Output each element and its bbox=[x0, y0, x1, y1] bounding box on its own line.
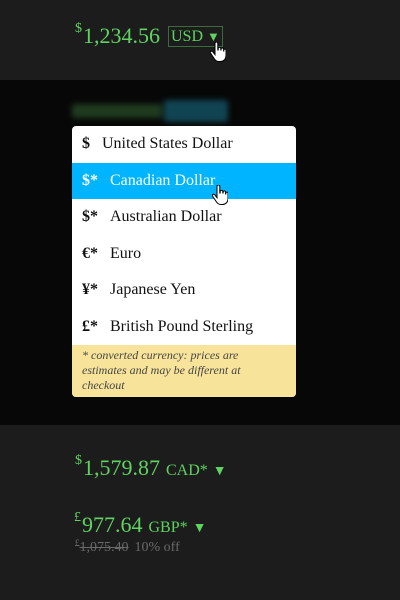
old-currency-symbol: £ bbox=[75, 538, 80, 548]
option-symbol: $* bbox=[82, 172, 98, 189]
currency-symbol: $ bbox=[75, 21, 82, 36]
option-cad[interactable]: $* Canadian Dollar bbox=[72, 163, 296, 199]
price-amount: 977.64 bbox=[82, 512, 143, 537]
option-symbol: $ bbox=[82, 135, 90, 152]
option-label: Euro bbox=[110, 245, 142, 262]
blurred-price-ghost bbox=[72, 98, 232, 124]
option-label: Japanese Yen bbox=[110, 281, 196, 298]
discount-label: 10% off bbox=[134, 540, 180, 555]
hand-pointer-icon bbox=[212, 185, 228, 205]
option-eur[interactable]: €* Euro bbox=[72, 236, 296, 272]
currency-symbol: $ bbox=[75, 453, 82, 468]
currency-dropdown: $ United States Dollar $* Canadian Dolla… bbox=[72, 126, 296, 397]
price-cad: $1,579.87 CAD* ▼ bbox=[75, 453, 227, 481]
old-amount: 1,075.40 bbox=[79, 540, 129, 555]
currency-selector[interactable]: GBP* bbox=[149, 519, 188, 536]
option-aud[interactable]: $* Australian Dollar bbox=[72, 199, 296, 235]
original-price: £1,075.40 10% off bbox=[75, 538, 180, 556]
option-symbol: £* bbox=[82, 318, 98, 335]
option-symbol: €* bbox=[82, 245, 98, 262]
currency-selector[interactable]: CAD* bbox=[166, 462, 208, 479]
option-usd[interactable]: $ United States Dollar bbox=[72, 126, 296, 162]
strikethrough-price: £1,075.40 bbox=[75, 538, 129, 555]
currency-symbol: £ bbox=[74, 510, 81, 525]
option-jpy[interactable]: ¥* Japanese Yen bbox=[72, 272, 296, 308]
option-label: British Pound Sterling bbox=[110, 318, 254, 335]
hand-pointer-icon bbox=[210, 42, 226, 62]
option-symbol: $* bbox=[82, 208, 98, 225]
option-label: Australian Dollar bbox=[110, 208, 222, 225]
price-usd: $1,234.56 USD ▼ bbox=[75, 21, 223, 49]
price-amount: 1,579.87 bbox=[83, 455, 160, 480]
option-symbol: ¥* bbox=[82, 281, 98, 298]
currency-code: USD bbox=[171, 28, 204, 45]
chevron-down-icon[interactable]: ▼ bbox=[193, 521, 207, 536]
price-gbp: £977.64 GBP* ▼ bbox=[74, 510, 207, 538]
option-label: United States Dollar bbox=[102, 135, 233, 152]
option-gbp[interactable]: £* British Pound Sterling bbox=[72, 309, 296, 345]
conversion-note: * converted currency: prices are estimat… bbox=[72, 345, 296, 397]
option-label: Canadian Dollar bbox=[110, 172, 216, 189]
price-amount: 1,234.56 bbox=[83, 23, 160, 48]
chevron-down-icon[interactable]: ▼ bbox=[213, 464, 227, 479]
